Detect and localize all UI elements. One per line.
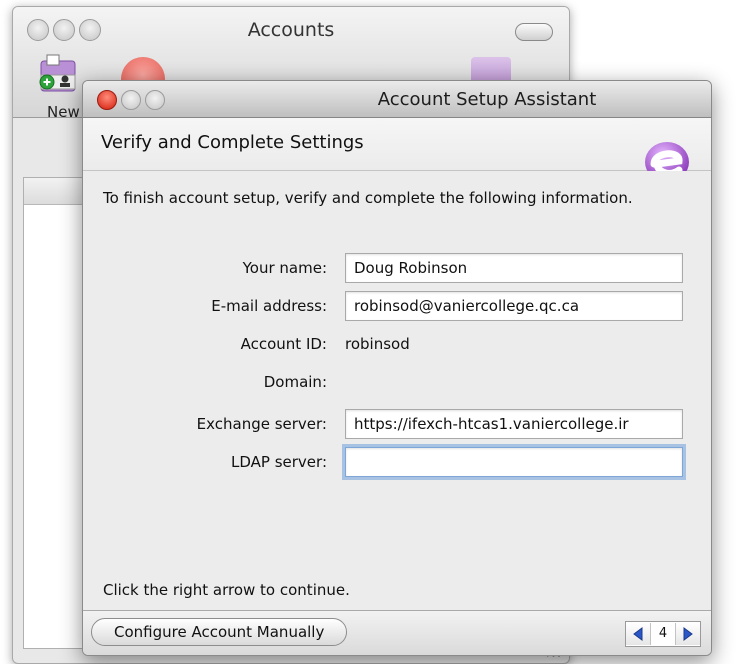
previous-arrow-icon <box>633 627 643 641</box>
intro-text: To finish account setup, verify and comp… <box>103 189 633 207</box>
dialog-content: To finish account setup, verify and comp… <box>83 171 711 611</box>
account-id-row: Account ID: robinsod <box>83 329 711 359</box>
dialog-titlebar: Account Setup Assistant <box>83 81 711 118</box>
previous-step-button[interactable] <box>626 623 650 645</box>
ldap-server-row: LDAP server: <box>83 447 711 477</box>
window-title: Accounts <box>247 19 335 41</box>
dialog-minimize-button <box>121 90 141 110</box>
configure-manually-button[interactable]: Configure Account Manually <box>91 618 348 646</box>
email-field[interactable]: robinsod@vaniercollege.qc.ca <box>345 291 683 321</box>
step-pager: 4 <box>625 621 701 647</box>
dialog-title: Account Setup Assistant <box>377 89 597 110</box>
ldap-server-field[interactable] <box>345 447 683 477</box>
domain-row: Domain: <box>83 367 711 397</box>
next-arrow-icon <box>683 627 693 641</box>
account-id-label: Account ID: <box>240 335 327 353</box>
continue-hint: Click the right arrow to continue. <box>103 581 350 599</box>
step-number: 4 <box>650 623 676 645</box>
domain-label: Domain: <box>263 373 327 391</box>
dialog-footer: Configure Account Manually 4 <box>83 610 711 655</box>
your-name-label: Your name: <box>242 259 327 277</box>
dialog-header: Verify and Complete Settings <box>83 118 711 182</box>
step-heading: Verify and Complete Settings <box>101 132 364 153</box>
exchange-server-field[interactable]: https://ifexch-htcas1.vaniercollege.ir <box>345 409 683 439</box>
email-row: E-mail address: robinsod@vaniercollege.q… <box>83 291 711 321</box>
account-id-value: robinsod <box>345 335 410 353</box>
next-step-button[interactable] <box>676 623 700 645</box>
ldap-server-label: LDAP server: <box>231 453 327 471</box>
toolbar-toggle-button[interactable] <box>515 23 553 41</box>
new-button-label: New <box>47 103 80 121</box>
account-setup-dialog: Account Setup Assistant Verify and Compl… <box>82 80 712 656</box>
exchange-server-row: Exchange server: https://ifexch-htcas1.v… <box>83 409 711 439</box>
exchange-server-label: Exchange server: <box>196 415 327 433</box>
your-name-row: Your name: Doug Robinson <box>83 253 711 283</box>
email-label: E-mail address: <box>211 297 327 315</box>
dialog-close-button[interactable] <box>97 90 117 110</box>
your-name-field[interactable]: Doug Robinson <box>345 253 683 283</box>
dialog-zoom-button <box>145 90 165 110</box>
new-account-icon[interactable] <box>35 51 81 97</box>
